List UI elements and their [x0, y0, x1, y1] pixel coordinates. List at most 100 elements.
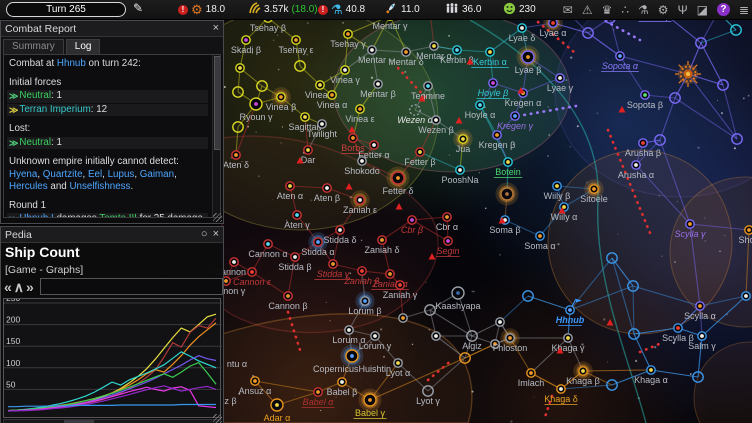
star-Vinea-ε[interactable]: [356, 105, 364, 113]
resource-rocket[interactable]: 11.0: [385, 0, 420, 19]
research-dots-icon[interactable]: ∴: [621, 3, 629, 17]
resource-alert-flask[interactable]: !⚗40.8: [318, 0, 365, 19]
star-Mentar-β[interactable]: [374, 80, 382, 88]
star-Lorum-α[interactable]: [345, 326, 353, 334]
star-Adar-α[interactable]: [271, 399, 283, 411]
star-Tsehay-γ[interactable]: [344, 30, 352, 38]
tab-log[interactable]: Log: [66, 39, 101, 54]
log-link[interactable]: Hhnub: [57, 58, 86, 69]
star-Cannon-α[interactable]: [264, 240, 272, 248]
star-Scylla-β[interactable]: [674, 324, 682, 332]
star-Kerbin-α[interactable]: [486, 48, 494, 56]
graph-icon[interactable]: ◪: [697, 3, 708, 17]
star-Vinea-δ[interactable]: [316, 81, 324, 89]
star-Kerbin-β[interactable]: [453, 46, 461, 54]
star-Shog[interactable]: [745, 226, 752, 234]
star-Fetter-β[interactable]: [416, 148, 424, 156]
star-Babel-α[interactable]: [314, 388, 322, 396]
back-double-chevron-icon[interactable]: «: [4, 280, 12, 294]
star-Lyot-α[interactable]: [394, 359, 402, 367]
star-Wiily-β[interactable]: [553, 182, 561, 190]
tools-icon[interactable]: ✎: [133, 1, 143, 15]
log-icon[interactable]: ≣: [739, 3, 749, 17]
star-node[interactable]: [496, 318, 504, 326]
star-Lorum-γ[interactable]: [371, 332, 379, 340]
star-node[interactable]: [496, 183, 519, 206]
turn-button[interactable]: Turn 265: [6, 2, 126, 17]
star-Borbs[interactable]: [349, 134, 357, 142]
star-Kregen-β[interactable]: [493, 131, 501, 139]
warning-icon[interactable]: ⚠: [582, 3, 593, 17]
ship-count-chart[interactable]: 25020015010050: [3, 298, 221, 418]
star-Skadi-β[interactable]: [242, 36, 250, 44]
star-Lyae-δ[interactable]: [518, 24, 526, 32]
resize-handle[interactable]: [213, 414, 222, 423]
star-Scylla-α[interactable]: [696, 302, 704, 310]
help-icon[interactable]: ?: [717, 3, 730, 16]
pedia-titlebar[interactable]: Pedia ○ ×: [1, 227, 223, 243]
star-Sagittan[interactable]: [301, 113, 309, 121]
tab-summary[interactable]: Summary: [3, 39, 64, 54]
star-Aten-δ[interactable]: [232, 151, 240, 159]
supernova-burst-icon[interactable]: [675, 61, 701, 87]
star-Babel-β[interactable]: [338, 378, 346, 386]
star-Ansuz-α[interactable]: [251, 377, 259, 385]
log-link[interactable]: Hercules: [9, 181, 48, 192]
pedia-search-input[interactable]: [40, 278, 223, 295]
scrollbar-thumb[interactable]: [214, 56, 221, 150]
log-link[interactable]: Hyena: [9, 169, 37, 180]
star-Aten-α[interactable]: [286, 182, 294, 190]
star-node[interactable]: [432, 332, 440, 340]
log-link[interactable]: Gaiman: [140, 169, 174, 180]
star-Vinea-α[interactable]: [328, 91, 336, 99]
star-Twilight[interactable]: [318, 120, 326, 128]
resize-handle[interactable]: [213, 213, 222, 222]
up-chevron-icon[interactable]: ∧: [14, 280, 24, 294]
star-Kregen-γ[interactable]: [511, 112, 519, 120]
star-Cannon-β[interactable]: [284, 292, 292, 300]
log-link[interactable]: Hhnub I: [19, 213, 53, 218]
log-link[interactable]: Lupus: [108, 169, 135, 180]
log-link[interactable]: Unselfishness: [69, 181, 130, 192]
star-Scylla-γ[interactable]: [686, 220, 694, 228]
resource-happiness[interactable]: 230: [503, 0, 536, 19]
star-Dar[interactable]: [304, 146, 312, 154]
star-Zaniah-β[interactable]: [358, 267, 366, 275]
combat-log-scrollbar[interactable]: [212, 55, 220, 217]
star-node[interactable]: [236, 64, 244, 72]
star-Mentar-α[interactable]: [430, 42, 438, 50]
star-Mentar[interactable]: [368, 46, 376, 54]
star-Cbr-α[interactable]: [443, 213, 451, 221]
star-Khaga-α[interactable]: [647, 366, 655, 374]
star-Stidda-γ[interactable]: [329, 260, 337, 268]
star-Aten-γ[interactable]: [293, 211, 301, 219]
flask-icon[interactable]: ⚗: [638, 3, 649, 17]
star-Mentar-δ[interactable]: [402, 48, 410, 56]
star-Salm-γ[interactable]: [698, 332, 706, 340]
star-Lyae-γ[interactable]: [556, 74, 564, 82]
close-icon[interactable]: ×: [213, 23, 219, 34]
resource-population[interactable]: 36.0: [445, 0, 481, 19]
star-Stidda-δ[interactable]: [336, 226, 344, 234]
star-Tsehay-ε[interactable]: [292, 36, 300, 44]
combat-report-titlebar[interactable]: Combat Report ×: [1, 21, 223, 37]
circle-icon[interactable]: ○: [201, 229, 208, 240]
star-Aten-β[interactable]: [323, 184, 331, 192]
star-Arusha-β[interactable]: [639, 139, 647, 147]
star-Hoyle-α[interactable]: [476, 101, 484, 109]
star-Ryoun-γ[interactable]: [250, 98, 262, 110]
gear-icon[interactable]: ⚙: [658, 3, 669, 17]
chart-scrollbar[interactable]: [3, 419, 221, 423]
star-Zaniah-γ[interactable]: [396, 281, 404, 289]
log-link[interactable]: Quartzite: [43, 169, 83, 180]
star-Zaniah-α[interactable]: [386, 270, 394, 278]
diplomacy-icon[interactable]: Ψ: [678, 3, 688, 17]
star-Imlach[interactable]: [527, 369, 535, 377]
star-Hoyle-β[interactable]: [489, 79, 497, 87]
resource-claw[interactable]: 3.57k(18.0): [248, 0, 318, 19]
star-Wezen-β[interactable]: [432, 116, 440, 124]
star-Cbr-β[interactable]: [408, 216, 416, 224]
star-Botein[interactable]: [504, 158, 512, 166]
star-Stidda-β[interactable]: [291, 253, 299, 261]
star-node[interactable]: [399, 314, 407, 322]
